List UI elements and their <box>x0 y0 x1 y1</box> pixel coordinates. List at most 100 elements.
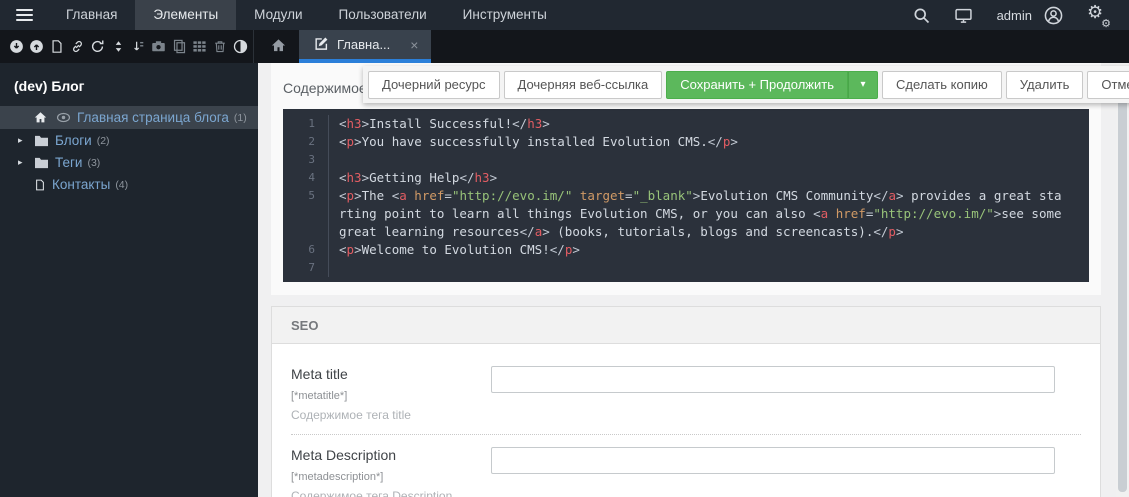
nav-item-2[interactable]: Модули <box>236 0 320 30</box>
search-icon[interactable] <box>913 7 930 24</box>
field-hint: Содержимое тега title <box>291 408 411 422</box>
code-line[interactable]: 6 <p>Welcome to Evolution CMS!</p> <box>283 241 1089 259</box>
line-number: 7 <box>283 259 329 277</box>
settings-gears-icon[interactable]: ⚙ ⚙ <box>1087 2 1111 30</box>
code-line[interactable]: 5 <p>The <a href="http://evo.im/" target=… <box>283 187 1089 205</box>
site-title: (dev) Блог <box>14 78 85 94</box>
code-line[interactable]: 3 <box>283 151 1089 169</box>
code-text: <p>You have successfully installed Evolu… <box>339 134 738 149</box>
close-icon[interactable]: × <box>410 37 418 53</box>
code-editor[interactable]: 1 <h3>Install Successful!</h3> 2 <p>You hav… <box>283 109 1089 282</box>
line-number <box>283 223 329 241</box>
hamburger-icon[interactable] <box>0 0 48 30</box>
code-text: <h3>Getting Help</h3> <box>339 170 498 185</box>
seo-field-row: Meta Description [*metadescription*] Содер… <box>291 434 1081 497</box>
tree-item-3[interactable]: Контакты (4) <box>0 174 258 195</box>
resource-id: (1) <box>233 111 247 124</box>
action-button-1[interactable]: Дочерняя веб-ссылка <box>503 70 663 99</box>
table-icon[interactable] <box>190 36 209 58</box>
field-label-block: Meta title [*metatitle*] Содержимое тега t… <box>291 366 491 422</box>
screenshot-icon[interactable] <box>149 36 168 58</box>
resource-toolbar <box>0 30 250 63</box>
field-tv-tag: [*metadescription*] <box>291 471 384 483</box>
line-number: 5 <box>283 187 329 205</box>
trash-icon[interactable] <box>210 36 229 58</box>
field-hint: Содержимое тега Description <box>291 489 453 497</box>
new-document-icon[interactable] <box>48 36 67 58</box>
display-icon[interactable] <box>954 7 973 24</box>
save-button-group: Сохранить + Продолжить ▾ <box>666 70 878 99</box>
field-label-block: Meta Description [*metadescription*] Содер… <box>291 447 491 497</box>
refresh-icon[interactable] <box>88 36 107 58</box>
save-continue-button[interactable]: Сохранить + Продолжить <box>666 70 848 99</box>
topbar: Главная Элементы Модули Пользователи Инструм… <box>0 0 1129 30</box>
tree-item-1[interactable]: ▸ Блоги (2) <box>0 130 258 151</box>
action-button-0[interactable]: Дочерний ресурс <box>368 70 500 99</box>
tree-item-label: Блоги <box>55 133 92 148</box>
nav-item-1[interactable]: Элементы <box>135 0 237 30</box>
link-icon[interactable] <box>68 36 87 58</box>
field-tv-tag: [*metatitle*] <box>291 390 348 402</box>
code-line[interactable]: rting point to learn all things Evolutio… <box>283 205 1089 223</box>
resource-tree-sidebar: (dev) Блог Главная страница блога (1) ▸ Бло… <box>0 63 258 497</box>
duplicate-icon[interactable] <box>170 36 189 58</box>
nav-item-0[interactable]: Главная <box>48 0 135 30</box>
code-line[interactable]: 7 <box>283 259 1089 277</box>
code-text: <p>Welcome to Evolution CMS!</p> <box>339 242 580 257</box>
line-number: 1 <box>283 115 329 133</box>
seo-input-1[interactable] <box>491 447 1055 474</box>
seo-input-0[interactable] <box>491 366 1055 393</box>
chevron-right-icon[interactable]: ▸ <box>18 157 34 168</box>
folder-icon <box>34 156 49 169</box>
move-up-icon[interactable] <box>27 36 46 58</box>
user-avatar-icon[interactable] <box>1044 6 1063 25</box>
contrast-icon[interactable] <box>231 36 250 58</box>
tree-item-label: Главная страница блога <box>77 110 229 125</box>
scrollbar-thumb[interactable] <box>1118 68 1127 492</box>
code-line[interactable]: 4 <h3>Getting Help</h3> <box>283 169 1089 187</box>
tree-item-label: Теги <box>55 155 83 170</box>
line-number <box>283 205 329 223</box>
line-number: 4 <box>283 169 329 187</box>
tree-item-2[interactable]: ▸ Теги (3) <box>0 152 258 173</box>
tab-home[interactable] <box>257 30 299 63</box>
username[interactable]: admin <box>997 8 1032 23</box>
code-text: <h3>Install Successful!</h3> <box>339 116 550 131</box>
toolbar-divider <box>253 30 254 63</box>
seo-field-row: Meta title [*metatitle*] Содержимое тега t… <box>291 360 1081 434</box>
sort-icon[interactable] <box>109 36 128 58</box>
save-dropdown-caret[interactable]: ▾ <box>847 70 878 99</box>
file-icon <box>34 178 46 192</box>
eye-icon <box>56 112 71 123</box>
resource-id: (3) <box>87 156 101 169</box>
nav-item-3[interactable]: Пользователи <box>321 0 445 30</box>
nav-item-4[interactable]: Инструменты <box>445 0 565 30</box>
sort-numeric-icon[interactable] <box>129 36 148 58</box>
code-line[interactable]: great learning resources</a> (books, tut… <box>283 223 1089 241</box>
code-line[interactable]: 2 <p>You have successfully installed Evol… <box>283 133 1089 151</box>
action-button-4[interactable]: Удалить <box>1005 70 1084 99</box>
tree-item-label: Контакты <box>52 177 111 192</box>
code-text: great learning resources</a> (books, tut… <box>339 224 904 239</box>
toolbar-row: Главна... × <box>0 30 1129 63</box>
code-line[interactable]: 1 <h3>Install Successful!</h3> <box>283 115 1089 133</box>
home-icon <box>33 111 48 124</box>
move-down-icon[interactable] <box>7 36 26 58</box>
resource-id: (4) <box>115 178 129 191</box>
resource-tree: Главная страница блога (1) ▸ Блоги (2) ▸ Теги (… <box>0 106 258 195</box>
topbar-nav: Главная Элементы Модули Пользователи Инструм… <box>48 0 565 30</box>
chevron-right-icon[interactable]: ▸ <box>18 135 34 146</box>
field-label: Meta Description <box>291 447 397 463</box>
folder-icon <box>34 134 49 147</box>
action-button-3[interactable]: Сделать копию <box>881 70 1002 99</box>
home-icon <box>270 38 287 56</box>
vertical-scrollbar <box>1116 63 1129 497</box>
action-bar: Дочерний ресурс Дочерняя веб-ссылка Сохран… <box>363 66 1129 103</box>
resource-id: (2) <box>96 134 110 147</box>
field-label: Meta title <box>291 366 348 382</box>
action-button-5[interactable]: Отмена <box>1087 70 1129 99</box>
tree-item-0[interactable]: Главная страница блога (1) <box>0 106 258 129</box>
tab-document-active[interactable]: Главна... × <box>299 30 432 63</box>
